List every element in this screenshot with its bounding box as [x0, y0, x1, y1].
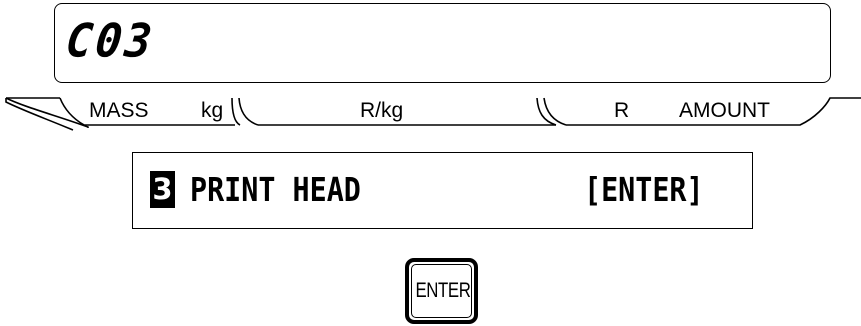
menu-step-number: 3 [150, 171, 175, 208]
left-sweep-line [5, 97, 89, 128]
kg-label: kg [201, 99, 224, 122]
enter-hint: [ENTER] [584, 170, 704, 209]
scale-panel: C03 MASS kg R/kg R AMOUNT 3 PRINT HEAD [… [0, 0, 861, 326]
enter-key-label: ENTER [415, 279, 471, 302]
lcd-panel: 3 PRINT HEAD [ENTER] [132, 152, 753, 229]
mass-label: MASS [89, 99, 149, 122]
rkg-segment-left-edge [238, 97, 259, 126]
currency-label: R [614, 99, 630, 122]
label-bar: MASS kg R/kg R AMOUNT [0, 88, 861, 140]
enter-key[interactable]: ENTER [405, 258, 478, 324]
menu-item-label: PRINT HEAD [190, 170, 361, 209]
display-code: C03 [63, 14, 158, 69]
price-per-kg-label: R/kg [360, 99, 404, 122]
amount-label: AMOUNT [679, 99, 770, 122]
segment-display: C03 [54, 3, 831, 83]
rkg-segment-divider [536, 97, 557, 126]
